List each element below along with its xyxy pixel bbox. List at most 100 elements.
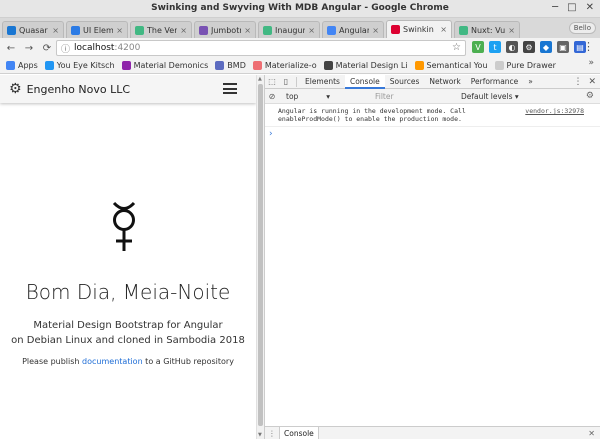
browser-tab[interactable]: Nuxt: Vu × — [454, 21, 520, 38]
tab-network[interactable]: Network — [424, 75, 465, 89]
browser-tab-active[interactable]: Swinkin × — [386, 20, 452, 38]
address-bar[interactable]: ⓘ localhost:4200 ☆ — [56, 40, 466, 56]
extension-icon[interactable]: ◐ — [506, 41, 518, 53]
device-toolbar-icon[interactable]: ▯ — [279, 75, 293, 89]
bookmark-label: Material Demonics — [133, 61, 209, 70]
bookmark-star-icon[interactable]: ☆ — [452, 42, 461, 53]
tab-close-icon[interactable]: × — [508, 26, 515, 35]
tab-close-icon[interactable]: × — [244, 26, 251, 35]
console-settings-icon[interactable]: ⚙ — [586, 91, 594, 101]
scrollbar-thumb[interactable] — [258, 84, 263, 426]
console-message: Angular is running in the development mo… — [265, 104, 600, 127]
drawer-menu-icon[interactable]: ⋮ — [265, 429, 279, 438]
tab-close-icon[interactable]: × — [440, 25, 447, 34]
extension-icon[interactable]: ▣ — [557, 41, 569, 53]
bookmarks-overflow-icon[interactable]: » — [588, 58, 594, 68]
tab-label: Nuxt: Vu — [471, 25, 506, 35]
url-port: :4200 — [114, 43, 141, 53]
context-select[interactable]: top ▾ — [282, 91, 334, 102]
close-window-icon[interactable]: ✕ — [586, 2, 594, 13]
browser-tab[interactable]: UI Eleme × — [66, 21, 128, 38]
close-drawer-icon[interactable]: ✕ — [588, 429, 595, 438]
tab-elements[interactable]: Elements — [300, 75, 345, 89]
tab-close-icon[interactable]: × — [180, 26, 187, 35]
devtools-actions: ⋮ ✕ — [573, 75, 596, 89]
bookmark-item[interactable]: Pure Drawer — [494, 61, 556, 70]
vue-devtools-icon[interactable]: V — [472, 41, 484, 53]
tab-favicon-icon — [199, 25, 208, 35]
bookmark-item[interactable]: You Eye Kitsch — [44, 61, 115, 70]
hero-title: Bom Dia, Meia-Noite — [25, 280, 231, 304]
page-scrollbar[interactable]: ▲ ▼ — [256, 75, 264, 439]
bookmark-item[interactable]: Material Design Li — [323, 61, 408, 70]
tab-strip: Quasar F × UI Eleme × The Very × Jumbotr… — [0, 18, 600, 38]
bookmark-favicon-icon — [44, 61, 54, 70]
bookmark-label: Apps — [18, 61, 38, 70]
forward-icon[interactable]: → — [22, 41, 36, 55]
bookmark-item[interactable]: Material Demonics — [121, 61, 209, 70]
hamburger-menu-icon[interactable] — [223, 83, 237, 94]
reload-icon[interactable]: ⟳ — [40, 41, 54, 55]
tab-label: Inaugur — [275, 25, 306, 35]
log-source-link[interactable]: vendor.js:32978 — [525, 107, 584, 115]
note-text: to a GitHub repository — [142, 357, 234, 366]
hero-subtitle-line: on Debian Linux and cloned in Sambodia 2… — [11, 335, 245, 346]
tab-label: Quasar F — [19, 25, 49, 35]
bookmark-item[interactable]: Materialize-o — [252, 61, 317, 70]
tab-close-icon[interactable]: × — [308, 26, 315, 35]
close-devtools-icon[interactable]: ✕ — [588, 77, 596, 87]
bookmark-favicon-icon — [414, 61, 424, 70]
more-options-icon[interactable]: ⋮ — [573, 77, 582, 87]
tab-sources[interactable]: Sources — [385, 75, 425, 89]
angular-favicon-icon — [391, 25, 400, 34]
bookmark-label: Semantical You — [426, 61, 488, 70]
bookmark-label: You Eye Kitsch — [56, 61, 115, 70]
bookmark-label: Pure Drawer — [506, 61, 556, 70]
navbar-brand[interactable]: Engenho Novo LLC — [27, 83, 130, 96]
bookmark-apps[interactable]: Apps — [6, 61, 38, 70]
inspect-element-icon[interactable]: ⬚ — [265, 75, 279, 89]
info-icon[interactable]: ⓘ — [61, 42, 70, 55]
extension-icon[interactable]: ⚙ — [523, 41, 535, 53]
browser-tab[interactable]: Angular × — [322, 21, 384, 38]
more-tabs-icon[interactable]: » — [523, 75, 538, 89]
documentation-link[interactable]: documentation — [82, 357, 143, 366]
tab-label: Angular — [339, 25, 370, 35]
profile-badge[interactable]: Bello — [568, 22, 596, 34]
bookmark-label: BMD — [227, 61, 246, 70]
window-title: Swinking and Swyving With MDB Angular - … — [151, 3, 449, 13]
browser-tab[interactable]: Quasar F × — [2, 21, 64, 38]
note-text: Please publish — [22, 357, 83, 366]
log-levels-select[interactable]: Default levels ▾ — [461, 91, 519, 102]
drawer-tab-console[interactable]: Console — [279, 426, 319, 439]
scroll-up-icon[interactable]: ▲ — [258, 76, 262, 82]
tab-favicon-icon — [7, 25, 16, 35]
minimize-icon[interactable]: ─ — [552, 2, 558, 13]
browser-tab[interactable]: Jumbotr × — [194, 21, 256, 38]
bookmark-favicon-icon — [121, 61, 131, 70]
twitter-icon[interactable]: t — [489, 41, 501, 53]
tab-close-icon[interactable]: × — [372, 26, 379, 35]
tab-console[interactable]: Console — [344, 74, 385, 89]
tab-close-icon[interactable]: × — [52, 26, 59, 35]
chrome-menu-icon[interactable]: ⋮ — [583, 40, 594, 53]
url-host: localhost — [74, 43, 115, 53]
bookmark-item[interactable]: Semantical You — [414, 61, 488, 70]
bookmark-item[interactable]: BMD — [215, 61, 246, 70]
back-icon[interactable]: ← — [4, 41, 18, 55]
extension-icon[interactable]: ◆ — [540, 41, 552, 53]
browser-tab[interactable]: The Very × — [130, 21, 192, 38]
browser-tab[interactable]: Inaugur × — [258, 21, 320, 38]
hero-note: Please publish documentation to a GitHub… — [0, 357, 256, 366]
hero-subtitle: Material Design Bootstrap for Angular on… — [0, 318, 256, 348]
hero-subtitle-line: Material Design Bootstrap for Angular — [33, 320, 223, 331]
tab-close-icon[interactable]: × — [116, 26, 123, 35]
bookmark-label: Materialize-o — [264, 61, 317, 70]
clear-console-icon[interactable]: ⊘ — [265, 89, 279, 103]
tab-label: Jumbotr — [211, 25, 242, 35]
maximize-icon[interactable]: □ — [567, 2, 576, 13]
console-prompt[interactable]: › — [265, 129, 600, 139]
tab-performance[interactable]: Performance — [466, 75, 524, 89]
scroll-down-icon[interactable]: ▼ — [258, 432, 262, 438]
filter-input[interactable]: Filter — [373, 91, 453, 102]
